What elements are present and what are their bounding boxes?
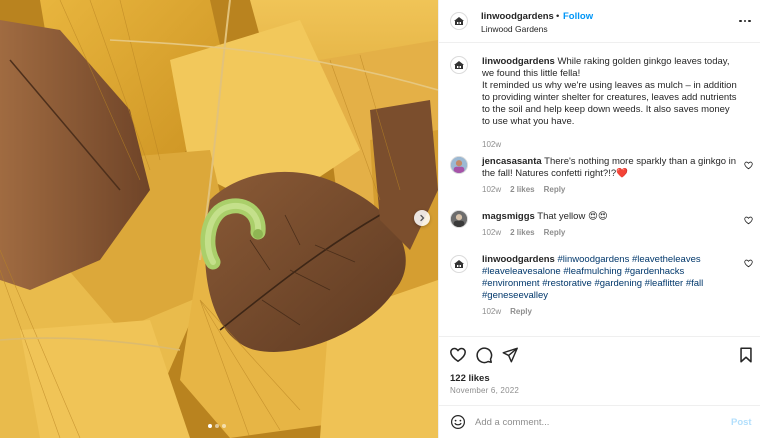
bookmark-icon[interactable] (737, 346, 755, 364)
comment-meta: 102w Reply (482, 307, 532, 316)
post-actions: 122 likes November 6, 2022 (439, 336, 760, 406)
comment-body: magsmiggs That yellow 😍😍 (482, 211, 740, 223)
heart-icon[interactable] (744, 259, 753, 268)
avatar[interactable] (450, 56, 468, 74)
location-link[interactable]: Linwood Gardens (481, 24, 548, 34)
header-username[interactable]: linwoodgardens (481, 11, 554, 22)
caption-body: linwoodgardens While raking golden ginkg… (482, 56, 740, 128)
caption-meta: 102w (482, 140, 501, 149)
chevron-right-icon (420, 214, 425, 222)
comment-time: 102w (482, 185, 502, 194)
more-icon (739, 19, 751, 23)
caption-time: 102w (482, 140, 502, 149)
linwood-logo-icon (454, 260, 464, 268)
comment-likes[interactable]: 2 likes (510, 185, 534, 194)
avatar[interactable] (450, 210, 468, 228)
share-icon[interactable] (501, 346, 519, 364)
post-photo[interactable] (0, 0, 438, 438)
comment-username[interactable]: jencasasanta (482, 156, 542, 167)
emoji-icon[interactable] (450, 414, 466, 430)
comment-username[interactable]: magsmiggs (482, 211, 535, 222)
comment-username[interactable]: linwoodgardens (482, 254, 555, 265)
comment-body: jencasasanta There's nothing more sparkl… (482, 156, 740, 180)
avatar[interactable] (450, 12, 468, 30)
user-photo-icon (451, 157, 467, 173)
likes-count[interactable]: 122 likes (450, 373, 490, 384)
comments-list: linwoodgardens While raking golden ginkg… (439, 44, 760, 336)
avatar[interactable] (450, 156, 468, 174)
linwood-logo-icon (454, 61, 464, 69)
comment-meta: 102w 2 likes Reply (482, 228, 565, 237)
linwood-logo-icon (454, 17, 464, 25)
heart-icon[interactable] (744, 161, 753, 170)
heart-icon[interactable] (744, 216, 753, 225)
reply-button[interactable]: Reply (544, 228, 566, 237)
comment-icon[interactable] (475, 346, 493, 364)
next-slide-button[interactable] (414, 210, 430, 226)
post-header: linwoodgardens • Follow Linwood Gardens (439, 0, 760, 43)
comment-text: That yellow 😍😍 (537, 211, 608, 222)
caption-username[interactable]: linwoodgardens (482, 56, 555, 67)
comment-time: 102w (482, 307, 502, 316)
more-options-button[interactable] (739, 15, 753, 27)
heart-icon[interactable] (449, 346, 467, 364)
instagram-post: linwoodgardens • Follow Linwood Gardens … (0, 0, 760, 438)
reply-button[interactable]: Reply (544, 185, 566, 194)
comment-time: 102w (482, 228, 502, 237)
comment-body: linwoodgardens #linwoodgardens #leavethe… (482, 254, 740, 302)
comment-likes[interactable]: 2 likes (510, 228, 534, 237)
ginkgo-caterpillar-photo (0, 0, 438, 438)
follow-button[interactable]: Follow (563, 11, 593, 22)
comment-input[interactable] (475, 413, 715, 431)
carousel-dot (215, 424, 219, 428)
post-sidebar: linwoodgardens • Follow Linwood Gardens … (438, 0, 760, 438)
avatar[interactable] (450, 255, 468, 273)
post-date: November 6, 2022 (450, 386, 520, 395)
carousel-dot (208, 424, 212, 428)
comment-meta: 102w 2 likes Reply (482, 185, 565, 194)
carousel-dots (208, 424, 226, 428)
post-comment-button[interactable]: Post (731, 417, 752, 428)
user-photo-icon (451, 211, 467, 227)
reply-button[interactable]: Reply (510, 307, 532, 316)
carousel-dot (222, 424, 226, 428)
comment-composer: Post (439, 405, 760, 438)
separator-dot: • (556, 11, 560, 22)
